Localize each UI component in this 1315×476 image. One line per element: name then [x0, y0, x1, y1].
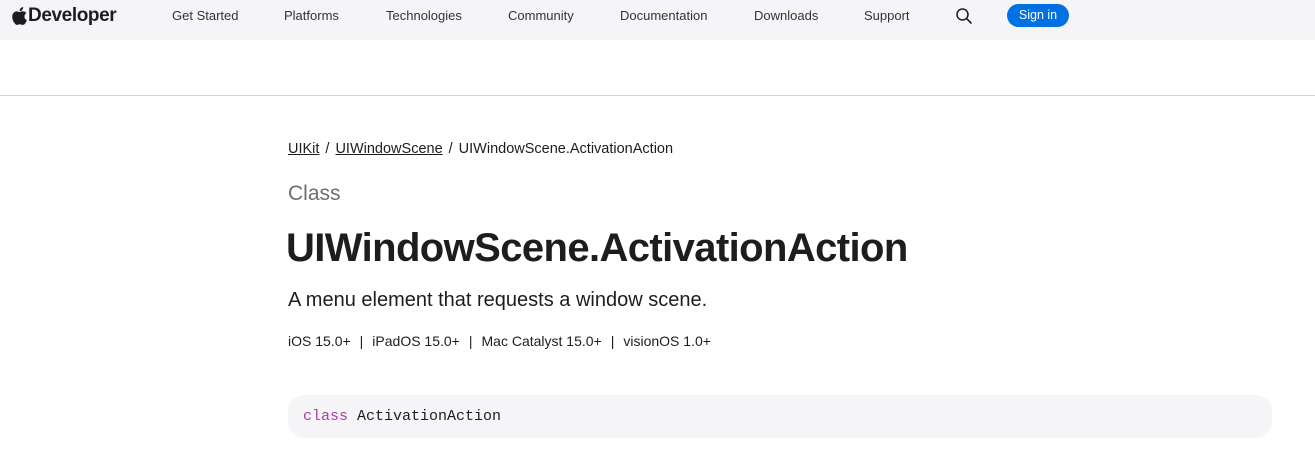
nav-get-started[interactable]: Get Started [172, 8, 238, 24]
platform-visionos: visionOS 1.0+ [623, 333, 711, 349]
global-nav: Developer Get Started Platforms Technolo… [0, 0, 1315, 40]
platform-ios: iOS 15.0+ [288, 333, 351, 349]
platform-separator: | [610, 333, 615, 349]
nav-support[interactable]: Support [864, 8, 910, 24]
breadcrumb-separator: / [325, 141, 330, 157]
breadcrumb-link-uiwindowscene[interactable]: UIWindowScene [335, 141, 442, 157]
local-nav-bar [0, 40, 1315, 96]
nav-documentation[interactable]: Documentation [620, 8, 707, 24]
breadcrumb-current: UIWindowScene.ActivationAction [458, 141, 674, 157]
platform-separator: | [359, 333, 364, 349]
declaration-name: ActivationAction [357, 408, 502, 425]
breadcrumb-link-uikit[interactable]: UIKit [288, 141, 319, 157]
platform-availability: iOS 15.0+ | iPadOS 15.0+ | Mac Catalyst 15.0… [288, 332, 711, 350]
platform-mac-catalyst: Mac Catalyst 15.0+ [481, 333, 602, 349]
breadcrumb: UIKit / UIWindowScene / UIWindowScene.Activa… [288, 140, 673, 158]
page-title: UIWindowScene.ActivationAction [286, 226, 908, 270]
breadcrumb-separator: / [448, 141, 453, 157]
nav-platforms[interactable]: Platforms [284, 8, 339, 24]
platform-separator: | [468, 333, 473, 349]
declaration-block: class ActivationAction [288, 395, 1272, 438]
nav-technologies[interactable]: Technologies [386, 8, 462, 24]
nav-community[interactable]: Community [508, 8, 574, 24]
search-icon[interactable] [955, 7, 973, 25]
page-abstract: A menu element that requests a window sc… [288, 289, 708, 311]
developer-brand-text: Developer [28, 5, 117, 26]
declaration-keyword: class [303, 408, 349, 425]
symbol-kind-label: Class [288, 182, 341, 205]
sign-in-button[interactable]: Sign in [1007, 4, 1069, 27]
apple-logo-icon [12, 7, 27, 25]
declaration-code: class ActivationAction [303, 407, 501, 426]
platform-ipados: iPadOS 15.0+ [372, 333, 460, 349]
nav-downloads[interactable]: Downloads [754, 8, 818, 24]
developer-home-link[interactable]: Developer [12, 5, 117, 27]
